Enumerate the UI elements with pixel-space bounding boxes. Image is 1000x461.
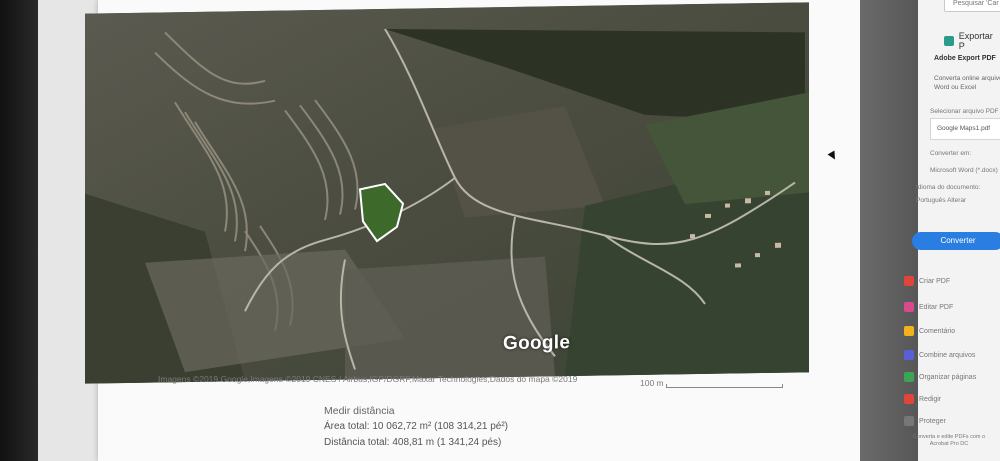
tool-protect[interactable]: Proteger bbox=[904, 416, 994, 426]
total-distance: Distância total: 408,81 m (1 341,24 pés) bbox=[324, 437, 502, 448]
tool-label: Editar PDF bbox=[919, 303, 954, 311]
search-tools-input[interactable]: Pesquisar 'Car bbox=[944, 0, 1000, 12]
tool-redact[interactable]: Redigir bbox=[904, 394, 994, 404]
tool-label: Organizar páginas bbox=[919, 373, 977, 381]
tool-label: Proteger bbox=[919, 417, 946, 425]
tool-organize-pages[interactable]: Organizar páginas bbox=[904, 372, 994, 382]
tool-label: Criar PDF bbox=[919, 277, 951, 285]
tool-create-pdf[interactable]: Criar PDF bbox=[904, 276, 994, 286]
combine-files-icon bbox=[904, 350, 914, 360]
google-logo: Google bbox=[503, 332, 571, 355]
export-pdf-label: Exportar P bbox=[958, 31, 993, 51]
selected-file-field[interactable]: Google Maps1.pdf bbox=[930, 118, 1000, 140]
measure-title: Medir distância bbox=[324, 405, 395, 417]
tool-label: Combine arquivos bbox=[919, 351, 976, 359]
edit-pdf-icon bbox=[904, 302, 914, 312]
scale-bar bbox=[666, 384, 783, 388]
scale-label: 100 m bbox=[640, 378, 664, 388]
convert-to-select[interactable]: Microsoft Word (*.docx) bbox=[930, 167, 998, 174]
create-pdf-icon bbox=[904, 276, 914, 286]
convert-button[interactable]: Converter bbox=[912, 232, 1000, 250]
language-label: Idioma do documento: bbox=[916, 184, 981, 191]
tool-label: Comentário bbox=[919, 327, 956, 335]
satellite-imagery bbox=[85, 2, 809, 384]
total-area: Área total: 10 062,72 m² (108 314,21 pé²… bbox=[324, 421, 509, 432]
tool-label: Redigir bbox=[919, 395, 942, 403]
right-tools-panel: Pesquisar 'Car Exportar P Adobe Export P… bbox=[904, 0, 1000, 461]
pro-upsell-note[interactable]: Converta e edite PDFs com o Acrobat Pro … bbox=[906, 434, 992, 448]
tool-combine-files[interactable]: Combine arquivos bbox=[904, 350, 994, 360]
export-section-desc: Converta online arquivos Word ou Excel bbox=[934, 75, 1000, 91]
convert-to-label: Converter em: bbox=[930, 150, 972, 157]
monitor-bezel bbox=[0, 0, 40, 461]
satellite-map[interactable]: Google bbox=[85, 2, 809, 384]
language-value[interactable]: Português Alterar bbox=[916, 197, 966, 204]
map-attribution[interactable]: Imagens ©2019 Google,Imagens ©2019 CNES … bbox=[158, 374, 577, 384]
organize-pages-icon bbox=[904, 372, 914, 382]
protect-icon bbox=[904, 416, 914, 426]
redact-icon bbox=[904, 394, 914, 404]
export-section-title: Adobe Export PDF bbox=[934, 55, 996, 62]
tool-edit-pdf[interactable]: Editar PDF bbox=[904, 302, 994, 312]
viewer-scroll-gutter[interactable] bbox=[860, 0, 920, 461]
measure-panel: Medir distância Área total: 10 062,72 m²… bbox=[324, 403, 508, 451]
tool-comment[interactable]: Comentário bbox=[904, 326, 994, 336]
export-pdf-icon bbox=[944, 36, 954, 46]
comment-icon bbox=[904, 326, 914, 336]
select-file-label: Selecionar arquivo PDF bbox=[930, 108, 999, 115]
export-pdf-tool[interactable]: Exportar P bbox=[944, 31, 1000, 51]
